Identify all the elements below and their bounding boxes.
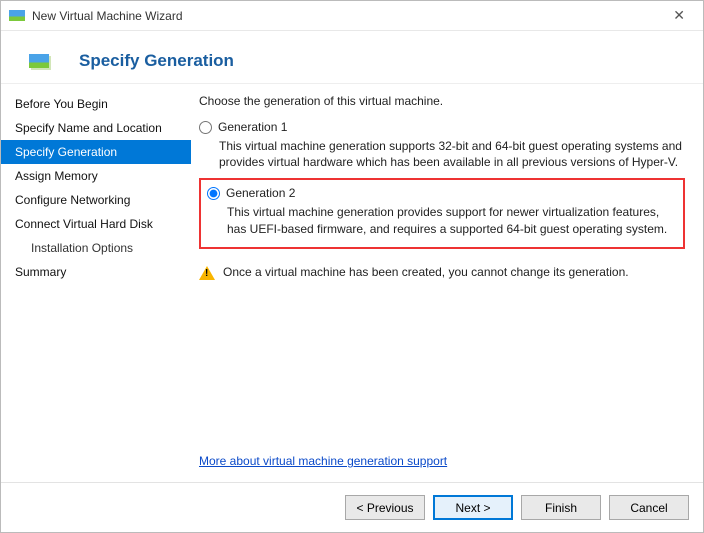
step-connect-vhd[interactable]: Connect Virtual Hard Disk	[1, 212, 191, 236]
wizard-footer: < Previous Next > Finish Cancel	[1, 482, 703, 532]
page-title: Specify Generation	[79, 51, 234, 71]
intro-text: Choose the generation of this virtual ma…	[199, 94, 685, 108]
finish-button[interactable]: Finish	[521, 495, 601, 520]
gen1-desc: This virtual machine generation supports…	[219, 138, 685, 170]
gen2-row[interactable]: Generation 2	[207, 186, 675, 200]
wizard-window: New Virtual Machine Wizard ✕ Specify Gen…	[0, 0, 704, 533]
header-icon	[29, 54, 49, 68]
gen2-radio[interactable]	[207, 187, 220, 200]
gen1-radio[interactable]	[199, 121, 212, 134]
wizard-content: Choose the generation of this virtual ma…	[191, 84, 703, 482]
gen1-row[interactable]: Generation 1	[199, 120, 685, 134]
step-assign-memory[interactable]: Assign Memory	[1, 164, 191, 188]
gen2-label: Generation 2	[226, 186, 295, 200]
titlebar: New Virtual Machine Wizard ✕	[1, 1, 703, 31]
option-gen2: Generation 2 This virtual machine genera…	[199, 178, 685, 248]
gen2-desc: This virtual machine generation provides…	[227, 204, 675, 236]
cancel-button[interactable]: Cancel	[609, 495, 689, 520]
warning-text: Once a virtual machine has been created,…	[223, 265, 629, 279]
step-specify-name[interactable]: Specify Name and Location	[1, 116, 191, 140]
step-specify-generation[interactable]: Specify Generation	[1, 140, 191, 164]
step-configure-networking[interactable]: Configure Networking	[1, 188, 191, 212]
step-before-you-begin[interactable]: Before You Begin	[1, 92, 191, 116]
more-link[interactable]: More about virtual machine generation su…	[199, 454, 685, 468]
close-icon[interactable]: ✕	[663, 3, 695, 28]
step-summary[interactable]: Summary	[1, 260, 191, 284]
option-gen1: Generation 1 This virtual machine genera…	[199, 120, 685, 170]
previous-button[interactable]: < Previous	[345, 495, 425, 520]
gen1-label: Generation 1	[218, 120, 287, 134]
wizard-steps: Before You Begin Specify Name and Locati…	[1, 84, 191, 482]
app-icon	[9, 10, 25, 21]
warning-icon	[199, 266, 215, 280]
wizard-header: Specify Generation	[1, 31, 703, 83]
warning-row: Once a virtual machine has been created,…	[199, 265, 685, 280]
wizard-body: Before You Begin Specify Name and Locati…	[1, 83, 703, 482]
next-button[interactable]: Next >	[433, 495, 513, 520]
window-title: New Virtual Machine Wizard	[32, 9, 663, 23]
step-installation-options[interactable]: Installation Options	[1, 236, 191, 260]
